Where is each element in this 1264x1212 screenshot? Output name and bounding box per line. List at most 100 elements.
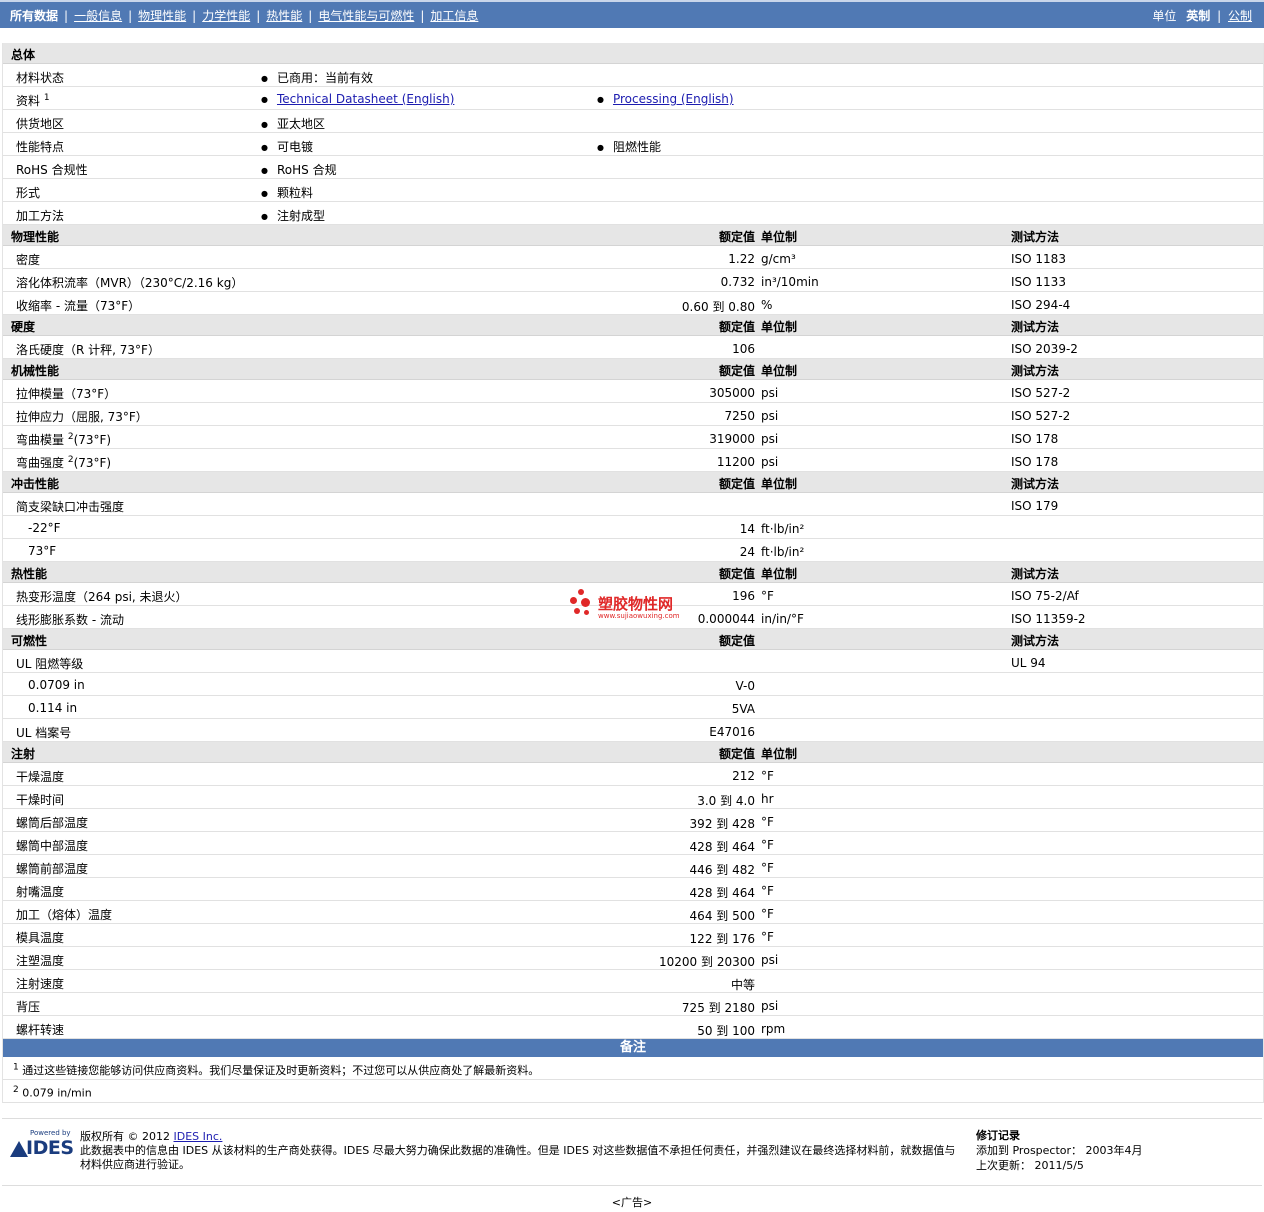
property-row: 简支梁缺口冲击强度 ISO 179	[3, 493, 1263, 516]
property-unit: °F	[761, 861, 774, 875]
document-link[interactable]: Technical Datasheet (English)	[277, 92, 454, 106]
logo-powered-by: Powered by	[30, 1129, 71, 1137]
section-header: 硬度 额定值 单位制 测试方法	[3, 315, 1263, 336]
tab-1[interactable]: 一般信息	[74, 9, 122, 23]
property-label: RoHS 合规性	[16, 161, 88, 178]
bullet-item: 注射成型	[261, 207, 325, 224]
bullet-item: 阻燃性能	[597, 138, 661, 155]
general-row: 性能特点 可电镀 阻燃性能	[3, 133, 1263, 156]
property-value: 50 到 100	[697, 1024, 755, 1038]
property-value: 428 到 464	[689, 886, 755, 900]
property-label: 洛氏硬度（R 计秤, 73°F）	[16, 341, 160, 358]
tab-2[interactable]: 物理性能	[138, 9, 186, 23]
property-unit: in³/10min	[761, 275, 819, 289]
tab-3[interactable]: 力学性能	[202, 9, 250, 23]
property-label: 供货地区	[16, 115, 64, 132]
property-label-text: 加工（熔体）温度	[16, 908, 113, 922]
bullet-text: 亚太地区	[276, 117, 325, 131]
category-tabs: 所有数据 | 一般信息 | 物理性能 | 力学性能 | 热性能 | 电气性能与可燃性 | 加工信息	[10, 9, 479, 23]
property-label-text: 弯曲强度	[16, 456, 65, 470]
property-label-text: 干燥温度	[16, 770, 65, 784]
property-value: 122 到 176	[689, 932, 755, 946]
bullet-item: Technical Datasheet (English)	[261, 92, 454, 106]
bullet-item: 亚太地区	[261, 115, 325, 132]
property-condition: (73°F)	[73, 433, 112, 447]
note-number: 2	[13, 1085, 19, 1095]
property-unit: psi	[761, 432, 779, 446]
property-label: 溶化体积流率（MVR）（230°C/2.16 kg）	[16, 274, 243, 291]
property-row: 弯曲强度 2(73°F) 11200 psi ISO 178	[3, 449, 1263, 472]
units-label: 单位	[1152, 9, 1177, 23]
tab-6[interactable]: 加工信息	[430, 9, 478, 23]
test-method: ISO 527-2	[1011, 409, 1071, 423]
bullet-text: 已商用：当前有效	[276, 71, 373, 85]
property-label-text: 螺筒前部温度	[16, 862, 89, 876]
section-title: 机械性能	[11, 364, 60, 378]
note-text: 1 通过这些链接您能够访问供应商资料。我们尽量保证及时更新资料；不过您可以从供应…	[13, 1062, 539, 1078]
property-label: 收缩率 - 流量（73°F）	[16, 297, 140, 314]
column-header-test-method: 测试方法	[1011, 477, 1060, 491]
property-row: 弯曲模量 2(73°F) 319000 psi ISO 178	[3, 426, 1263, 449]
property-label: 拉伸模量（73°F）	[16, 385, 116, 402]
property-unit: %	[761, 298, 773, 312]
datasheet-table: 总体材料状态 已商用：当前有效资料 1 Technical Datasheet (E…	[2, 43, 1264, 1103]
property-value: 319000	[709, 432, 755, 446]
test-method: ISO 178	[1011, 432, 1059, 446]
test-method: ISO 2039-2	[1011, 342, 1078, 356]
tab-5[interactable]: 电气性能与可燃性	[318, 9, 414, 23]
note-row: 2 0.079 in/min	[3, 1080, 1263, 1103]
section-title: 物理性能	[11, 230, 60, 244]
bullet-text: 注射成型	[276, 209, 325, 223]
property-value: 3.0 到 4.0	[697, 794, 755, 808]
footnote-ref: 1	[43, 93, 50, 103]
property-row: 注射速度 中等	[3, 970, 1263, 993]
property-label: 性能特点	[16, 138, 64, 155]
property-label: 螺筒前部温度	[16, 860, 88, 877]
property-label: -22°F	[28, 521, 61, 535]
property-label: 射嘴温度	[16, 883, 64, 900]
watermark-name: 塑胶物性网	[598, 595, 674, 613]
logo-text: IDES	[26, 1137, 74, 1159]
bullet-item: RoHS 合规	[261, 161, 337, 178]
general-row: 供货地区 亚太地区	[3, 110, 1263, 133]
column-header-unit: 单位制	[761, 364, 798, 378]
property-row: 射嘴温度 428 到 464 °F	[3, 878, 1263, 901]
property-unit: rpm	[761, 1022, 786, 1036]
unit-metric-link[interactable]: 公制	[1228, 9, 1252, 23]
property-unit: psi	[761, 953, 779, 967]
property-unit: in/in/°F	[761, 612, 804, 626]
property-row: 螺筒前部温度 446 到 482 °F	[3, 855, 1263, 878]
property-label-text: 注射速度	[16, 977, 65, 991]
property-label-text: 注塑温度	[16, 954, 65, 968]
property-label-text: 密度	[16, 253, 41, 267]
property-label: 0.114 in	[28, 701, 77, 715]
ides-company-link[interactable]: IDES Inc.	[174, 1130, 223, 1143]
property-label: 简支梁缺口冲击强度	[16, 498, 124, 515]
notes-header: 备注	[3, 1039, 1263, 1057]
property-value: 24	[739, 545, 755, 559]
section-header: 机械性能 额定值 单位制 测试方法	[3, 359, 1263, 380]
column-header-test-method: 测试方法	[1011, 634, 1060, 648]
property-value: 725 到 2180	[681, 1001, 755, 1015]
property-value: E47016	[709, 725, 755, 739]
property-label: 干燥时间	[16, 791, 64, 808]
property-label: 加工方法	[16, 207, 64, 224]
section-header: 可燃性 额定值 测试方法	[3, 629, 1263, 650]
property-unit: ft·lb/in²	[761, 522, 805, 536]
property-condition: (73°F)	[73, 456, 112, 470]
property-row: UL 档案号 E47016	[3, 719, 1263, 742]
section-title: 硬度	[11, 320, 36, 334]
property-value: 106	[732, 342, 755, 356]
property-label-text: 73°F	[28, 544, 57, 558]
general-row: 资料 1 Technical Datasheet (English) Process…	[3, 87, 1263, 110]
property-value: 11200	[716, 455, 755, 469]
property-label: UL 档案号	[16, 724, 71, 741]
ides-logo[interactable]: Powered by IDES	[8, 1129, 74, 1161]
tab-0[interactable]: 所有数据	[10, 9, 58, 23]
note-text: 2 0.079 in/min	[13, 1085, 92, 1100]
column-header-unit: 单位制	[761, 567, 798, 581]
property-row: 溶化体积流率（MVR）（230°C/2.16 kg） 0.732 in³/10min…	[3, 269, 1263, 292]
document-link[interactable]: Processing (English)	[613, 92, 734, 106]
property-value: 14	[739, 522, 755, 536]
tab-4[interactable]: 热性能	[266, 9, 302, 23]
